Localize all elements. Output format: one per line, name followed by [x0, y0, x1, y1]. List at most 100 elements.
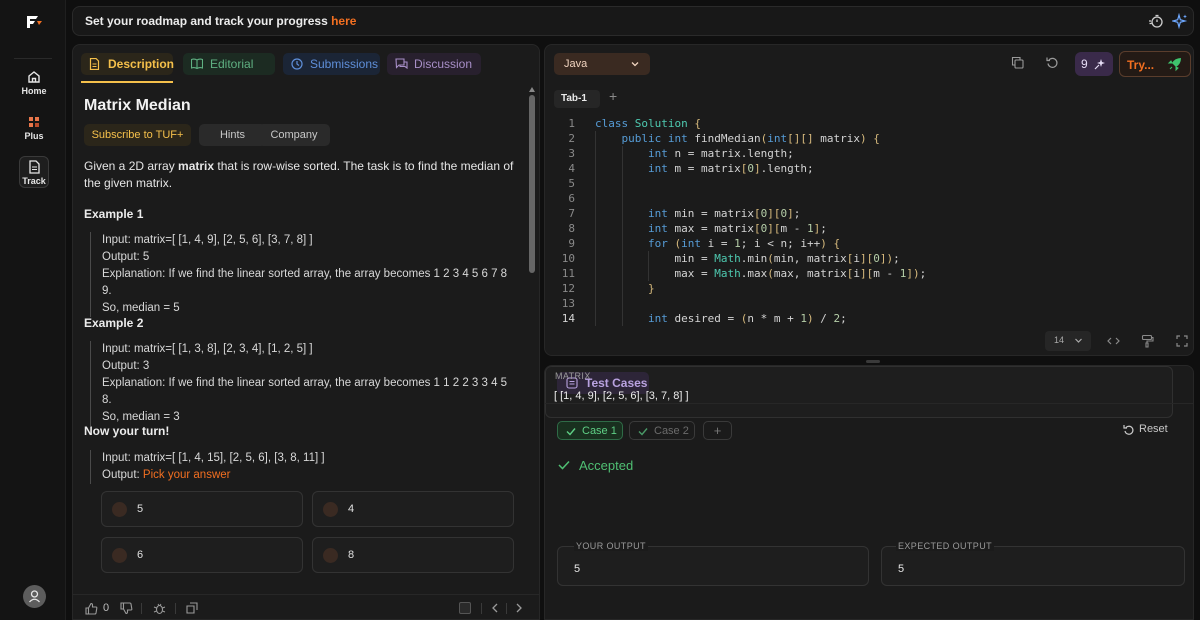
rail-item-plus[interactable]: Plus [17, 115, 51, 141]
company-button[interactable]: Company [258, 124, 330, 146]
code-text: } [647, 282, 655, 295]
code-brackets-icon[interactable] [1107, 335, 1120, 347]
code-text: min = Math.min(min, matrix[i][0]); [595, 252, 900, 265]
magic-icon [1094, 59, 1105, 70]
example-box: Input: matrix=[ [1, 3, 8], [2, 3, 4], [1… [90, 341, 516, 426]
code-line[interactable]: 12 } [545, 281, 1193, 296]
roadmap-link[interactable]: here [331, 14, 356, 28]
your-turn-title: Now your turn! [84, 424, 170, 438]
example-output: Output: 5 [102, 251, 150, 263]
thumbs-up-icon[interactable] [85, 602, 98, 615]
tab-submissions[interactable]: Submissions [283, 53, 380, 75]
format-brush-icon[interactable] [1141, 334, 1154, 348]
code-line[interactable]: 6 [545, 191, 1193, 206]
code-line[interactable]: 11 max = Math.max(max, matrix[i][m - 1])… [545, 266, 1193, 281]
line-number: 3 [568, 147, 575, 160]
tab-label: Submissions [310, 57, 379, 71]
tab-description[interactable]: Description [81, 53, 174, 75]
code-text: int min = matrix[0][0]; [647, 207, 801, 220]
left-rail: Home Plus Track [0, 0, 66, 620]
subscribe-button[interactable]: Subscribe to TUF+ [84, 124, 191, 146]
chevron-down-icon [631, 62, 639, 67]
scroll-up-icon[interactable] [529, 87, 535, 92]
code-text: int max = matrix[0][m - 1]; [647, 222, 827, 235]
ai-credits-badge[interactable]: 9 [1075, 52, 1113, 76]
answer-option[interactable]: 6 [101, 537, 303, 573]
timer-icon[interactable] [1148, 13, 1164, 29]
code-text: int n = matrix.length; [647, 147, 794, 160]
example-explanation: So, median = 5 [102, 302, 180, 314]
footer-divider [506, 603, 507, 614]
code-line[interactable]: 7 int min = matrix[0][0]; [545, 206, 1193, 221]
bug-icon[interactable] [153, 602, 166, 615]
language-select[interactable]: Java [554, 53, 650, 75]
panel-resize-handle[interactable] [866, 360, 880, 363]
code-line[interactable]: 1 class Solution { [545, 116, 1193, 131]
case-2-button[interactable]: Case 2 [629, 421, 695, 440]
example-explanation: Explanation: If we find the linear sorte… [102, 377, 508, 406]
code-line[interactable]: 8 int max = matrix[0][m - 1]; [545, 221, 1193, 236]
share-icon[interactable] [185, 602, 199, 615]
home-icon [28, 71, 40, 83]
example-input: Input: matrix=[ [1, 4, 9], [2, 5, 6], [3… [102, 234, 313, 246]
document-icon [28, 160, 40, 174]
thumbs-down-icon[interactable] [120, 602, 133, 615]
code-line[interactable]: 5 [545, 176, 1193, 191]
description-scrollbar[interactable] [529, 87, 535, 589]
line-number: 10 [561, 252, 575, 265]
font-size-select[interactable]: 14 [1045, 331, 1091, 351]
field-label: MATRIX [555, 371, 591, 381]
add-case-button[interactable]: + [703, 421, 732, 440]
scroll-thumb[interactable] [529, 95, 535, 273]
line-number: 4 [568, 162, 575, 175]
answer-option[interactable]: 4 [312, 491, 514, 527]
code-line[interactable]: 4 int m = matrix[0].length; [545, 161, 1193, 176]
description-panel: Description Editorial Submissions Discus… [72, 44, 540, 620]
verdict-status: Accepted [579, 458, 634, 473]
line-number: 12 [561, 282, 575, 295]
rail-item-home[interactable]: Home [17, 70, 51, 96]
answer-option[interactable]: 5 [101, 491, 303, 527]
top-bar: Set your roadmap and track your progress… [72, 6, 1194, 36]
tab-editorial[interactable]: Editorial [183, 53, 275, 75]
tab-label: Test Cases [585, 376, 648, 390]
try-button[interactable]: Try... [1119, 51, 1191, 77]
code-line[interactable]: 13 [545, 296, 1193, 311]
footer-divider [175, 603, 176, 614]
your-turn-box: Input: matrix=[ [1, 4, 15], [2, 5, 6], [… [90, 450, 516, 484]
code-line[interactable]: 14 int desired = (n * m + 1) / 2; [545, 311, 1193, 326]
chevron-left-icon[interactable] [491, 602, 499, 614]
rail-item-track[interactable]: Track [19, 156, 49, 188]
code-line[interactable]: 9 for (int i = 1; i < n; i++) { [545, 236, 1193, 251]
rail-item-label: Home [21, 86, 47, 96]
checkbox-icon[interactable] [459, 602, 471, 614]
example-input: Input: matrix=[ [1, 3, 8], [2, 3, 4], [1… [102, 343, 313, 355]
avatar[interactable] [23, 585, 46, 608]
add-tab-icon[interactable]: + [609, 88, 617, 104]
sparkle-icon[interactable] [1172, 13, 1188, 29]
code-line[interactable]: 10 min = Math.min(min, matrix[i][0]); [545, 251, 1193, 266]
active-tab-underline [81, 81, 173, 83]
tab-discussion[interactable]: Discussion [387, 53, 481, 75]
app-logo-icon[interactable] [24, 12, 44, 32]
code-line[interactable]: 3 int n = matrix.length; [545, 146, 1193, 161]
code-line[interactable]: 2 public int findMedian(int[][] matrix) … [545, 131, 1193, 146]
copy-icon[interactable] [1011, 56, 1024, 69]
case-1-button[interactable]: Case 1 [557, 421, 623, 440]
line-number: 1 [568, 117, 575, 130]
line-number: 2 [568, 132, 575, 145]
statement-text: Given a 2D array [84, 159, 179, 173]
reset-button[interactable]: Reset [1123, 423, 1168, 435]
code-text: int m = matrix[0].length; [647, 162, 814, 175]
editor-tab[interactable]: Tab-1 [554, 90, 600, 108]
fullscreen-icon[interactable] [1176, 335, 1188, 347]
field-label: YOUR OUTPUT [574, 541, 648, 551]
problem-title: Matrix Median [84, 97, 191, 114]
hints-button[interactable]: Hints [199, 124, 266, 146]
like-count: 0 [103, 602, 110, 614]
answer-option[interactable]: 8 [312, 537, 514, 573]
reset-code-icon[interactable] [1046, 56, 1059, 69]
line-number: 8 [568, 222, 575, 235]
chevron-right-icon[interactable] [515, 602, 523, 614]
chevron-down-icon [1075, 338, 1082, 343]
